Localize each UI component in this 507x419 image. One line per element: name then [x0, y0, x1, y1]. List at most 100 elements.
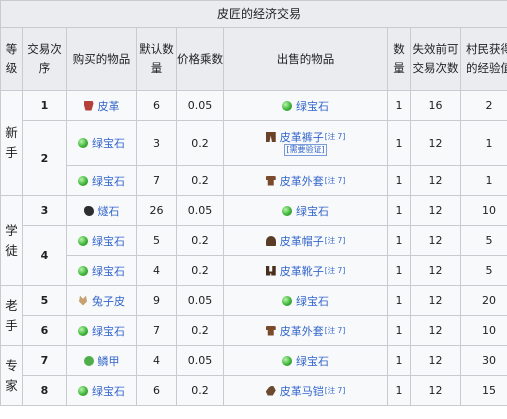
order-cell: 6 — [22, 315, 67, 346]
tier-cell: 老手 — [0, 285, 23, 346]
header-villager-xp: 村民获得的经验值 — [459, 27, 507, 91]
villager-xp-cell: 5 — [459, 225, 507, 256]
max-uses-cell: 12 — [410, 315, 461, 346]
leather-boots-icon — [265, 265, 276, 276]
buy-item: 鳞甲 — [83, 353, 120, 369]
table-title: 皮匠的经济交易 — [0, 0, 507, 28]
villager-xp-cell: 30 — [459, 345, 507, 376]
emerald-icon — [78, 175, 88, 186]
villager-xp-cell: 20 — [459, 285, 507, 316]
header-tier: 等级 — [0, 27, 23, 91]
leather-pants-icon — [265, 132, 276, 142]
header-default-qty: 默认数量 — [136, 27, 177, 91]
sell-item-cell: 皮革帽子 [注 7] — [223, 225, 388, 256]
buy-item-cell: 燧石 — [66, 195, 137, 226]
sell-item-name[interactable]: 绿宝石 — [296, 203, 329, 219]
villager-xp-cell: 10 — [459, 315, 507, 346]
sell-item-name[interactable]: 皮革马铠 — [280, 383, 324, 399]
buy-item-name[interactable]: 皮革 — [98, 98, 120, 114]
buy-item-name[interactable]: 绿宝石 — [92, 383, 125, 399]
header-sell-item: 出售的物品 — [223, 27, 388, 91]
sell-item-cell: 绿宝石 — [223, 90, 388, 121]
buy-item-name[interactable]: 绿宝石 — [92, 233, 125, 249]
max-uses-cell: 12 — [410, 120, 461, 166]
emerald-icon — [78, 235, 88, 246]
order-cell: 4 — [22, 225, 67, 286]
max-uses-cell: 12 — [410, 255, 461, 286]
sell-item-name[interactable]: 皮革裤子 — [280, 131, 324, 144]
buy-item-cell: 绿宝石 — [66, 225, 137, 256]
order-cell: 1 — [22, 90, 67, 121]
buy-item: 绿宝石 — [78, 135, 125, 151]
emerald-icon — [78, 325, 88, 336]
price-multiplier-cell: 0.2 — [176, 315, 224, 346]
buy-item: 绿宝石 — [78, 383, 125, 399]
order-cell: 3 — [22, 195, 67, 226]
default-qty-cell: 9 — [136, 285, 177, 316]
header-sell-qty: 数量 — [387, 27, 411, 91]
buy-item-cell: 绿宝石 — [66, 255, 137, 286]
price-multiplier-cell: 0.05 — [176, 90, 224, 121]
buy-item-name[interactable]: 绿宝石 — [92, 323, 125, 339]
sell-qty-cell: 1 — [387, 375, 411, 406]
table-row: 绿宝石 7 0.2 皮革外套 [注 7] 1 12 1 — [1, 165, 507, 196]
leather-horse-armor-icon — [265, 385, 276, 396]
max-uses-cell: 12 — [410, 375, 461, 406]
sell-item: 皮革靴子 [注 7] — [265, 263, 345, 279]
price-multiplier-cell: 0.2 — [176, 375, 224, 406]
price-multiplier-cell: 0.2 — [176, 225, 224, 256]
default-qty-cell: 7 — [136, 165, 177, 196]
sell-qty-cell: 1 — [387, 225, 411, 256]
price-multiplier-cell: 0.05 — [176, 345, 224, 376]
tier-cell: 新手 — [0, 90, 23, 196]
sell-item-name[interactable]: 绿宝石 — [296, 98, 329, 114]
villager-xp-cell: 5 — [459, 255, 507, 286]
buy-item-name[interactable]: 绿宝石 — [92, 173, 125, 189]
default-qty-cell: 6 — [136, 375, 177, 406]
header-order: 交易次序 — [22, 27, 67, 91]
sell-item-name[interactable]: 皮革外套 — [280, 173, 324, 189]
buy-item-name[interactable]: 绿宝石 — [92, 135, 125, 151]
emerald-icon — [78, 265, 88, 276]
villager-xp-cell: 1 — [459, 165, 507, 196]
sell-item-cell: 皮革马铠 [注 7] — [223, 375, 388, 406]
emerald-icon — [78, 138, 88, 148]
sell-item: 皮革马铠 [注 7] — [265, 383, 345, 399]
buy-item-name[interactable]: 兔子皮 — [92, 293, 125, 309]
buy-item-name[interactable]: 鳞甲 — [98, 353, 120, 369]
sell-item-name[interactable]: 皮革靴子 — [280, 263, 324, 279]
buy-item-name[interactable]: 绿宝石 — [92, 263, 125, 279]
sell-item-name[interactable]: 皮革外套 — [280, 323, 324, 339]
buy-item: 绿宝石 — [78, 323, 125, 339]
buy-item-cell: 绿宝石 — [66, 315, 137, 346]
villager-xp-cell: 1 — [459, 120, 507, 166]
table-row: 学徒 3 燧石 26 0.05 绿宝石 1 12 10 — [0, 195, 507, 286]
max-uses-cell: 12 — [410, 195, 461, 226]
leather-tunic-icon — [265, 325, 276, 336]
sell-item-name[interactable]: 绿宝石 — [296, 293, 329, 309]
default-qty-cell: 3 — [136, 120, 177, 166]
header-max-uses: 失效前可交易次数 — [410, 27, 461, 91]
buy-item-name[interactable]: 燧石 — [98, 203, 120, 219]
price-multiplier-cell: 0.05 — [176, 195, 224, 226]
table-row: 新手 1 皮革 6 0.05 绿宝石 1 16 2 — [0, 90, 507, 196]
leather-cap-icon — [265, 235, 276, 246]
sell-item: 绿宝石 — [282, 98, 329, 114]
max-uses-cell: 16 — [410, 90, 461, 121]
buy-item: 绿宝石 — [78, 233, 125, 249]
order-cell: 2 — [22, 120, 67, 196]
max-uses-cell: 12 — [410, 225, 461, 256]
sell-item-name[interactable]: 绿宝石 — [296, 353, 329, 369]
table-row: 6 绿宝石 7 0.2 皮革外套 [注 7] 1 12 10 — [1, 315, 507, 346]
table-row: 专家 7 鳞甲 4 0.05 绿宝石 1 12 30 — [0, 345, 507, 406]
buy-item-cell: 皮革 — [66, 90, 137, 121]
verify-tag[interactable]: [需要验证] — [284, 143, 327, 156]
sell-item-cell: 绿宝石 — [223, 195, 388, 226]
sell-item: 绿宝石 — [282, 353, 329, 369]
emerald-icon — [282, 205, 292, 216]
sell-item-name[interactable]: 皮革帽子 — [280, 233, 324, 249]
default-qty-cell: 4 — [136, 255, 177, 286]
price-multiplier-cell: 0.05 — [176, 285, 224, 316]
buy-item: 燧石 — [83, 203, 120, 219]
villager-xp-cell: 10 — [459, 195, 507, 226]
